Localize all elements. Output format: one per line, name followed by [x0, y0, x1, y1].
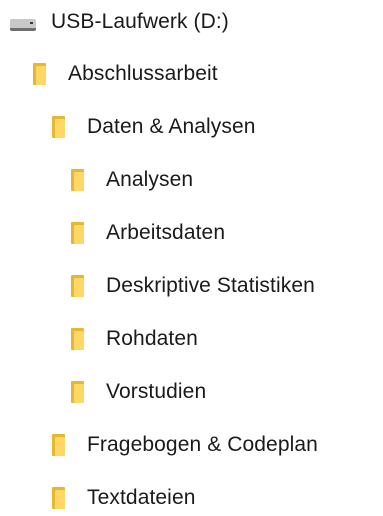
- tree-node-label: Fragebogen & Codeplan: [87, 433, 318, 456]
- folder-icon: [52, 434, 65, 456]
- folder-icon: [52, 487, 65, 509]
- usb-drive-icon: [8, 11, 38, 33]
- tree-node-usb-drive[interactable]: USB-Laufwerk (D:): [8, 4, 229, 40]
- folder-icon: [71, 275, 84, 297]
- tree-node-label: Arbeitsdaten: [106, 221, 226, 244]
- folder-tree: USB-Laufwerk (D:) Abschlussarbeit Daten …: [0, 0, 383, 511]
- tree-node-label: Rohdaten: [106, 327, 198, 350]
- folder-icon: [52, 116, 65, 138]
- folder-icon: [71, 169, 84, 191]
- folder-icon: [71, 328, 84, 350]
- tree-node-label: Daten & Analysen: [87, 115, 256, 138]
- tree-node-deskriptive-statistiken[interactable]: Deskriptive Statistiken: [71, 268, 315, 304]
- tree-node-arbeitsdaten[interactable]: Arbeitsdaten: [71, 215, 225, 251]
- tree-node-abschlussarbeit[interactable]: Abschlussarbeit: [33, 56, 218, 92]
- tree-node-vorstudien[interactable]: Vorstudien: [71, 374, 206, 410]
- tree-node-daten-analysen[interactable]: Daten & Analysen: [52, 109, 256, 145]
- tree-node-label: USB-Laufwerk (D:): [51, 10, 229, 33]
- tree-node-analysen[interactable]: Analysen: [71, 162, 193, 198]
- folder-icon: [71, 381, 84, 403]
- folder-icon: [71, 222, 84, 244]
- tree-node-label: Analysen: [106, 168, 194, 191]
- tree-node-label: Abschlussarbeit: [68, 62, 218, 85]
- folder-icon: [33, 63, 46, 85]
- tree-node-fragebogen-codeplan[interactable]: Fragebogen & Codeplan: [52, 427, 318, 463]
- tree-node-rohdaten[interactable]: Rohdaten: [71, 321, 198, 357]
- tree-node-label: Deskriptive Statistiken: [106, 274, 315, 297]
- tree-node-label: Vorstudien: [106, 380, 207, 403]
